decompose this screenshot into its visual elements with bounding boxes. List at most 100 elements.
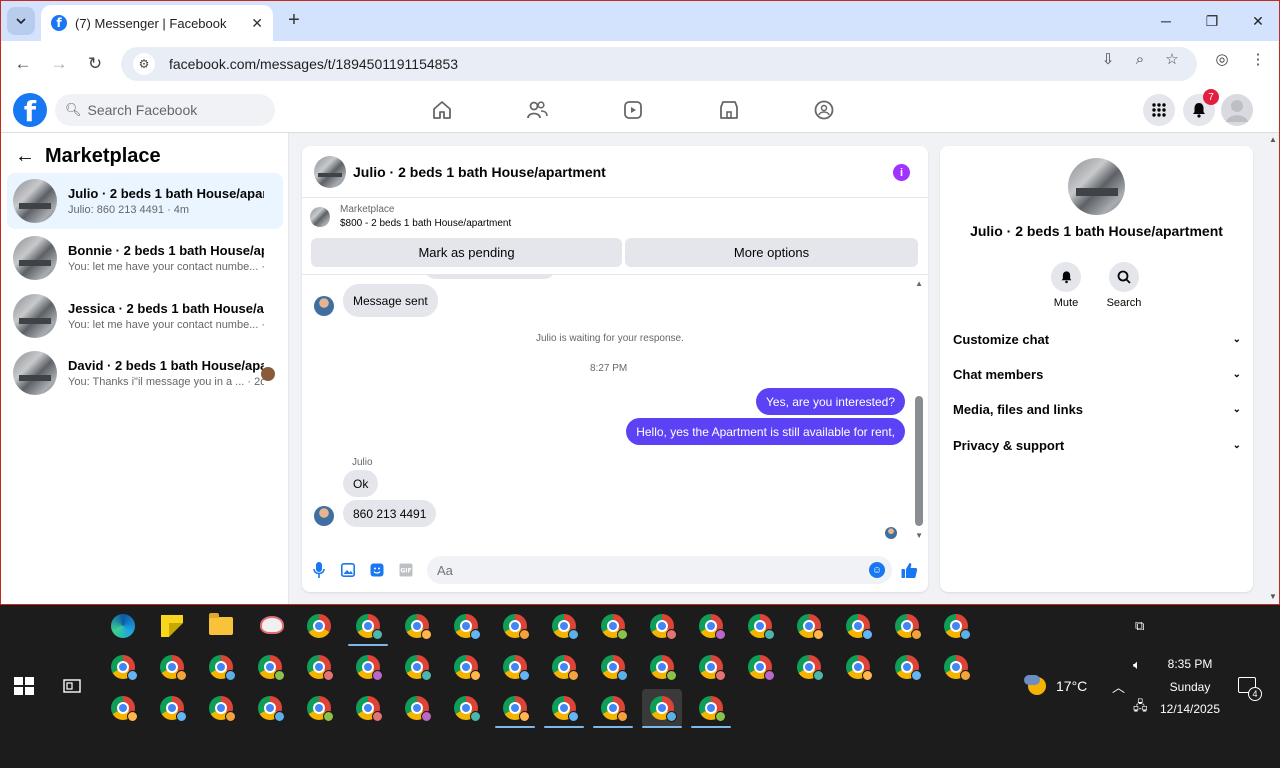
chrome-icon[interactable] (740, 648, 780, 686)
chrome-icon[interactable] (838, 648, 878, 686)
chrome-icon[interactable] (446, 689, 486, 727)
conversation-item-david[interactable]: David · 2 beds 1 bath House/apa... You: … (7, 345, 283, 401)
chrome-icon[interactable] (593, 648, 633, 686)
install-app-icon[interactable]: ⇩ (1097, 48, 1119, 70)
paint-app-icon[interactable] (250, 607, 290, 645)
chrome-icon[interactable] (152, 689, 192, 727)
info-icon[interactable]: i (893, 164, 910, 181)
site-info-icon[interactable]: ⚙ (133, 53, 155, 75)
marketplace-icon[interactable] (716, 97, 742, 123)
facebook-logo[interactable]: f (13, 93, 47, 127)
chrome-icon[interactable] (936, 648, 976, 686)
network-icon[interactable]: 🖧︎ (1133, 697, 1148, 719)
sticky-notes-icon[interactable] (152, 607, 192, 645)
facebook-search-bar[interactable]: 🔍︎ Search Facebook (55, 94, 275, 126)
chrome-icon[interactable] (299, 607, 339, 645)
chrome-icon[interactable] (691, 689, 731, 728)
tab-close-icon[interactable]: ✕ (251, 15, 263, 32)
conversation-item-julio[interactable]: Julio · 2 beds 1 bath House/apart... Jul… (7, 173, 283, 229)
chrome-icon[interactable] (397, 607, 437, 645)
start-button[interactable] (14, 677, 34, 695)
chrome-icon[interactable] (642, 689, 682, 728)
conversation-item-jessica[interactable]: Jessica · 2 beds 1 bath House/apar... Yo… (7, 288, 283, 344)
customize-chat-section[interactable]: Customize chat ⌄ (953, 329, 1241, 349)
chrome-icon[interactable] (593, 689, 633, 728)
restore-button[interactable]: ❐ (1189, 1, 1235, 41)
minimize-button[interactable]: ─ (1143, 1, 1189, 41)
chrome-icon[interactable] (495, 607, 535, 645)
chrome-icon[interactable] (250, 648, 290, 686)
chrome-icon[interactable] (838, 607, 878, 645)
chrome-icon[interactable] (250, 689, 290, 727)
clock-day[interactable]: Sunday (1150, 680, 1230, 694)
chrome-icon[interactable] (299, 689, 339, 727)
privacy-support-section[interactable]: Privacy & support ⌄ (953, 435, 1241, 455)
chrome-icon[interactable] (691, 607, 731, 645)
chrome-icon[interactable] (397, 689, 437, 727)
friends-icon[interactable] (524, 97, 550, 123)
chrome-icon[interactable] (348, 607, 388, 646)
conversation-item-bonnie[interactable]: Bonnie · 2 beds 1 bath House/apar... You… (7, 230, 283, 286)
tab-search-button[interactable] (7, 7, 35, 35)
chrome-icon[interactable] (887, 648, 927, 686)
message-input[interactable] (427, 556, 892, 584)
home-icon[interactable] (429, 97, 455, 123)
chrome-icon[interactable] (152, 648, 192, 686)
chrome-icon[interactable] (201, 689, 241, 727)
forward-button[interactable]: → (47, 52, 71, 76)
browser-tab[interactable]: f (7) Messenger | Facebook ✕ (41, 5, 273, 41)
chrome-icon[interactable] (299, 648, 339, 686)
menu-kebab-icon[interactable]: ⋮ (1247, 48, 1269, 70)
weather-icon[interactable] (1024, 673, 1048, 697)
page-scrollbar[interactable]: ▲ ▼ (1267, 133, 1279, 604)
clock-time[interactable]: 8:35 PM (1150, 657, 1230, 671)
chrome-icon[interactable] (789, 607, 829, 645)
message-scrollbar-thumb[interactable] (915, 396, 923, 526)
back-button[interactable]: ← (11, 52, 35, 76)
mark-as-pending-button[interactable]: Mark as pending (311, 238, 622, 267)
chrome-icon[interactable] (348, 648, 388, 686)
marketplace-listing-row[interactable]: Marketplace $800 - 2 beds 1 bath House/a… (310, 204, 511, 229)
chrome-icon[interactable] (446, 648, 486, 686)
gif-icon[interactable]: GIF (397, 561, 415, 579)
task-view-icon[interactable] (61, 675, 83, 697)
chrome-icon[interactable] (642, 607, 682, 645)
emoji-icon[interactable]: ☺ (869, 562, 885, 578)
chat-members-section[interactable]: Chat members ⌄ (953, 364, 1241, 384)
chrome-icon[interactable] (348, 689, 388, 727)
back-arrow-icon[interactable]: ← (15, 145, 35, 168)
edge-browser-icon[interactable] (103, 607, 143, 645)
chrome-icon[interactable] (789, 648, 829, 686)
chrome-icon[interactable] (544, 689, 584, 728)
chrome-icon[interactable] (103, 648, 143, 686)
chrome-icon[interactable] (544, 607, 584, 645)
show-hidden-icons-chevron-icon[interactable]: ︿ (1112, 677, 1125, 696)
file-explorer-icon[interactable] (201, 607, 241, 645)
meet-now-icon[interactable]: ⧉ (1135, 618, 1144, 634)
profile-icon[interactable]: ◎ (1211, 48, 1233, 70)
close-window-button[interactable]: ✕ (1235, 1, 1279, 41)
groups-icon[interactable] (811, 97, 837, 123)
mute-action[interactable]: Mute (1036, 262, 1096, 309)
chrome-icon[interactable] (103, 689, 143, 727)
chrome-icon[interactable] (642, 648, 682, 686)
bookmark-star-icon[interactable]: ☆ (1161, 48, 1183, 70)
chrome-icon[interactable] (887, 607, 927, 645)
search-action[interactable]: Search (1094, 262, 1154, 309)
photo-icon[interactable] (339, 561, 357, 579)
chrome-icon[interactable] (397, 648, 437, 686)
chrome-icon[interactable] (936, 607, 976, 645)
speaker-icon[interactable]: 🔈︎ (1133, 657, 1141, 673)
address-bar[interactable]: ⚙ facebook.com/messages/t/18945011911548… (121, 47, 1197, 81)
scroll-up-arrow-icon[interactable]: ▲ (1269, 135, 1277, 144)
media-files-links-section[interactable]: Media, files and links ⌄ (953, 399, 1241, 419)
chrome-icon[interactable] (544, 648, 584, 686)
menu-grid-icon[interactable] (1143, 94, 1175, 126)
account-avatar[interactable] (1221, 94, 1253, 126)
chat-title[interactable]: Julio · 2 beds 1 bath House/apartment (353, 164, 606, 180)
chrome-icon[interactable] (446, 607, 486, 645)
scroll-up-arrow-icon[interactable]: ▲ (915, 279, 923, 288)
chrome-icon[interactable] (740, 607, 780, 645)
chat-thumbnail[interactable] (314, 155, 346, 188)
new-tab-button[interactable]: + (283, 9, 305, 31)
